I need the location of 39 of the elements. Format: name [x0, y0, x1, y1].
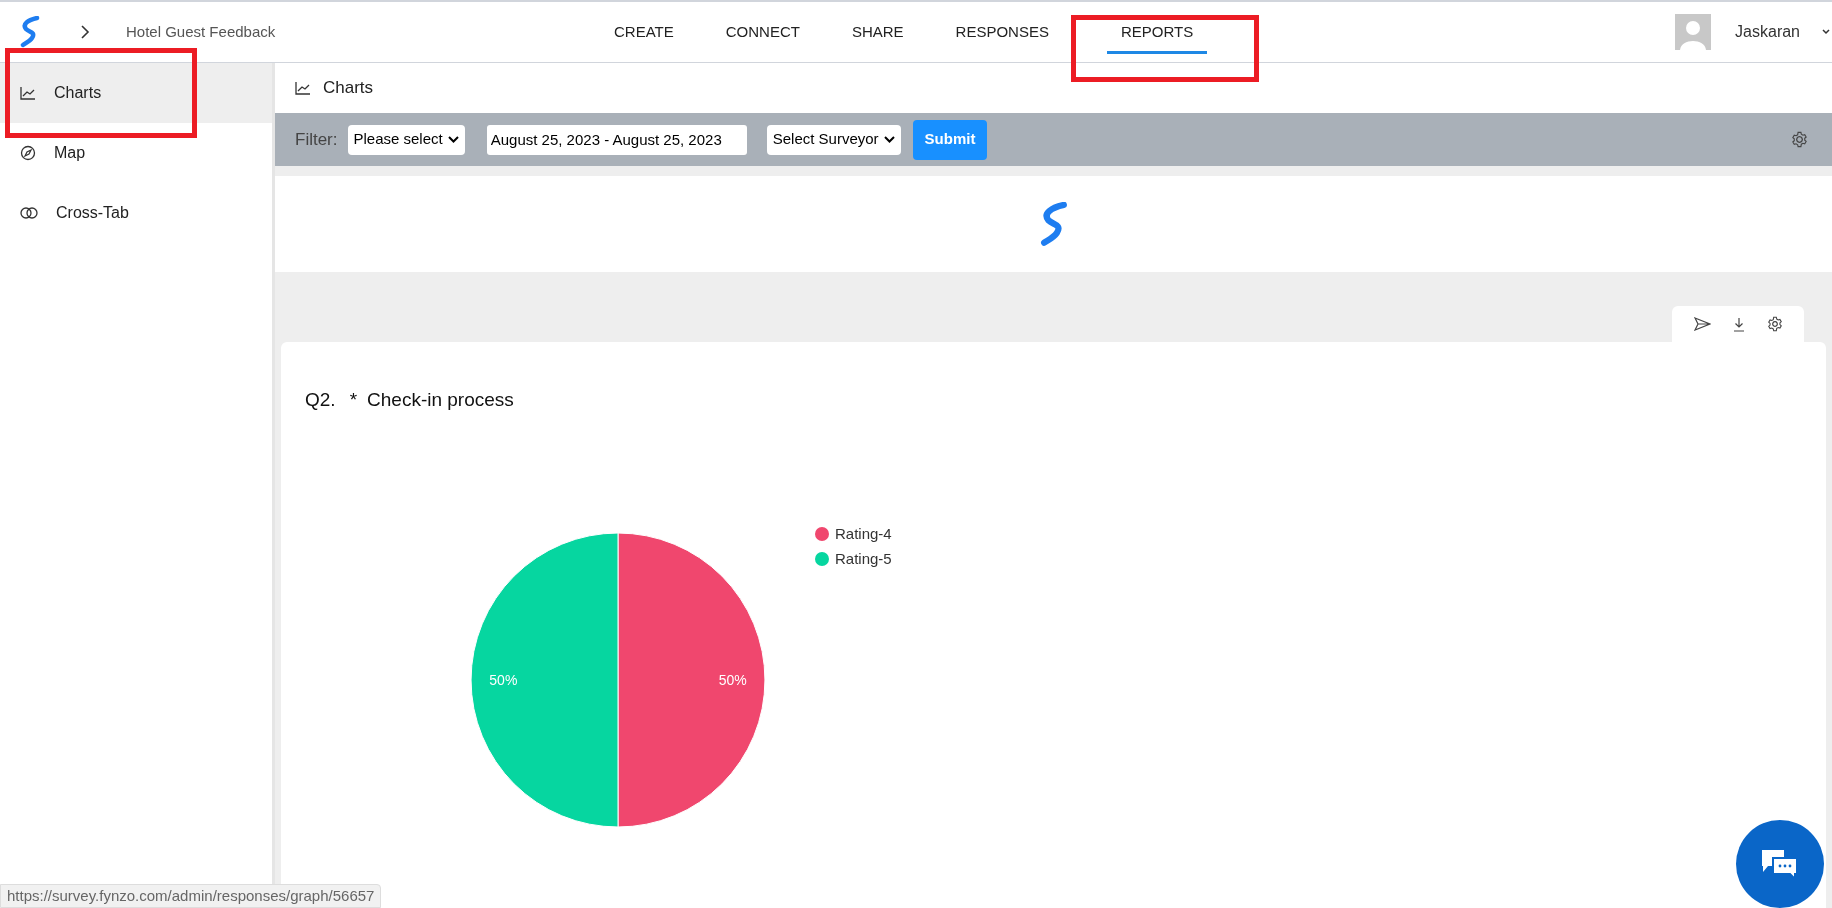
line-chart-icon	[20, 86, 36, 100]
chevron-right-icon[interactable]	[80, 24, 90, 40]
logo-icon	[1039, 201, 1068, 247]
required-mark: *	[349, 388, 358, 412]
nav-tab[interactable]: RESPONSES	[929, 2, 1075, 62]
slice-value-label: 50%	[718, 672, 747, 688]
logo-icon	[20, 16, 40, 48]
nav-tab[interactable]: SHARE	[825, 2, 930, 62]
compass-icon	[20, 145, 36, 161]
line-chart-icon	[295, 81, 311, 95]
question-number: Q2.	[305, 388, 336, 412]
legend-label[interactable]: Rating-5	[835, 550, 892, 567]
legend-label[interactable]: Rating-4	[835, 525, 892, 542]
settings-icon[interactable]	[1766, 316, 1783, 332]
nav-tab[interactable]: CREATE	[588, 2, 700, 62]
overlapping-circles-icon	[20, 207, 38, 219]
settings-icon[interactable]	[1791, 131, 1808, 148]
filter-label: Filter:	[295, 128, 338, 151]
page-title: Charts	[323, 77, 374, 100]
surveyor-select[interactable]: Select Surveyor	[766, 124, 901, 155]
date-range-field[interactable]: August 25, 2023 - August 25, 2023	[486, 124, 747, 155]
chevron-down-icon	[447, 136, 459, 143]
sidebar-item[interactable]: Charts	[0, 63, 272, 123]
question-select[interactable]: Please select	[347, 124, 465, 155]
sidebar-item[interactable]: Map	[0, 123, 272, 183]
send-icon[interactable]	[1693, 317, 1711, 331]
download-icon[interactable]	[1732, 316, 1745, 332]
chevron-down-icon	[883, 136, 895, 143]
nav-tab[interactable]: REPORTS	[1080, 2, 1234, 62]
survey-title: Hotel Guest Feedback	[126, 21, 276, 42]
sidebar-item[interactable]: Cross-Tab	[0, 183, 272, 243]
legend-dot	[815, 527, 829, 541]
caret-icon[interactable]	[1822, 29, 1830, 35]
question-title: Check-in process	[367, 388, 514, 412]
legend-dot	[815, 552, 829, 566]
status-url: https://survey.fynzo.com/admin/responses/graph/56657	[0, 884, 382, 908]
user-name[interactable]: Jaskaran	[1735, 20, 1800, 44]
slice-value-label: 50%	[489, 672, 518, 688]
nav-tab[interactable]: CONNECT	[699, 2, 826, 62]
